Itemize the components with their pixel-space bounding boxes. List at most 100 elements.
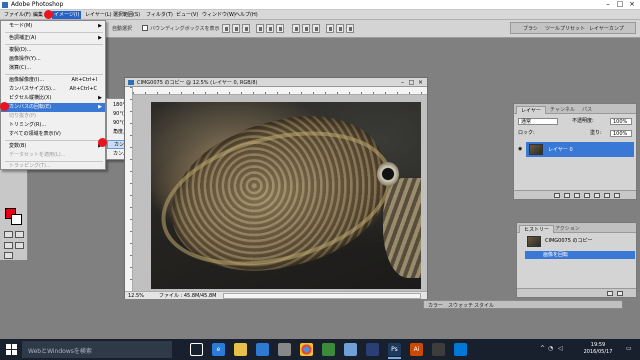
volume-icon[interactable]: ◁ [558,345,563,352]
photoshop-taskbar-icon[interactable]: Ps [388,343,401,359]
app-icon[interactable] [344,343,357,356]
taskbar-search-box[interactable]: WebとWindowsを検索 [22,341,172,358]
align-left-button[interactable] [256,24,264,33]
add-mask-icon[interactable] [574,193,580,198]
menu-image[interactable]: イメージ(I) [52,11,82,19]
menu-filter[interactable]: フィルタ(T) [144,11,175,19]
menu-help[interactable]: ヘルプ(H) [233,11,260,19]
delete-state-icon[interactable] [617,291,623,296]
new-snapshot-icon[interactable] [607,291,613,296]
new-layer-icon[interactable] [604,193,610,198]
tab-layer-comps[interactable]: レイヤーカンプ [589,25,624,32]
distribute-vcenter-button[interactable] [302,24,310,33]
tab-actions[interactable]: アクション [551,225,584,233]
menu-item-canvas-size[interactable]: カンバスサイズ(S)... Alt+Ctrl+C [1,85,105,94]
snapshot-name[interactable]: CIMG0075 のコピー [545,238,592,245]
menu-select[interactable]: 選択範囲(S) [111,11,142,19]
tray-chevron-icon[interactable]: ^ [540,345,545,352]
distribute-left-button[interactable] [326,24,334,33]
link-layers-icon[interactable] [554,193,560,198]
menu-item-variables[interactable]: 変数(B)▶ [1,142,105,151]
edge-browser-icon[interactable]: e [212,343,225,356]
menu-item-trim[interactable]: トリミング(R)... [1,121,105,130]
align-bottom-button[interactable] [242,24,250,33]
standard-mode-icon[interactable] [4,231,13,238]
tab-color[interactable]: カラー [428,302,443,309]
app-icon[interactable] [432,343,445,356]
tab-layers[interactable]: レイヤー [516,106,546,114]
file-explorer-icon[interactable] [234,343,247,356]
menu-edit[interactable]: 編集 [31,11,45,19]
doc-maximize-button[interactable]: □ [408,79,415,86]
add-style-icon[interactable] [564,193,570,198]
horizontal-ruler[interactable] [133,87,427,95]
menu-item-image-size[interactable]: 画像解像度(I)... Alt+Ctrl+I [1,76,105,85]
network-icon[interactable]: ◔ [548,345,553,352]
app-icon[interactable] [278,343,291,356]
distribute-hcenter-button[interactable] [336,24,344,33]
tab-channels[interactable]: チャンネル [546,106,579,114]
menu-layer[interactable]: レイヤー(L) [83,11,114,19]
align-right-button[interactable] [276,24,284,33]
distribute-right-button[interactable] [346,24,354,33]
align-vcenter-button[interactable] [232,24,240,33]
tab-styles[interactable]: スタイル [474,302,494,309]
close-button[interactable]: × [626,0,638,9]
delete-layer-icon[interactable] [614,193,620,198]
task-view-icon[interactable] [190,343,203,356]
bounding-box-checkbox[interactable] [142,25,148,31]
new-group-icon[interactable] [594,193,600,198]
menu-item-crop[interactable]: 切り抜き(P) [1,112,105,121]
menu-item-rotate-canvas[interactable]: カンバスの回転(E) ▶ [1,103,105,112]
quick-mask-icon[interactable] [15,231,24,238]
doc-close-button[interactable]: × [417,79,424,86]
store-icon[interactable] [256,343,269,356]
windows-start-icon[interactable] [6,344,17,355]
menu-item-apply-image[interactable]: 画像操作(Y)... [1,55,105,64]
taskbar-clock[interactable]: 19:59 2016/05/17 [573,342,623,356]
app-icon[interactable] [322,343,335,356]
fullscreen-mode-icon[interactable] [15,242,24,249]
menu-item-adjustments[interactable]: 色調補正(A) ▶ [1,34,105,43]
tab-brushes[interactable]: ブラシ [523,25,538,32]
minimize-button[interactable]: – [602,0,614,9]
vertical-ruler[interactable] [125,87,133,292]
menu-view[interactable]: ビュー(V) [174,11,200,19]
menu-item-mode[interactable]: モード(M) ▶ [1,22,105,31]
notifications-icon[interactable]: ▭ [626,345,632,352]
background-color-swatch[interactable] [11,214,22,225]
distribute-bottom-button[interactable] [312,24,320,33]
history-state-row[interactable]: 画像を回転 [525,251,635,259]
tab-tool-presets[interactable]: ツールプリセット [545,25,585,32]
maximize-button[interactable]: □ [614,0,626,9]
doc-minimize-button[interactable]: – [399,79,406,86]
jump-to-imageready-icon[interactable] [4,252,13,259]
layer-row[interactable]: レイヤー 0 [526,142,634,157]
fill-field[interactable]: 100% [610,130,632,137]
app-icon[interactable] [366,343,379,356]
distribute-top-button[interactable] [292,24,300,33]
tab-paths[interactable]: パス [578,106,596,114]
menu-item-pixel-aspect-ratio[interactable]: ピクセル縦横比(X) ▶ [1,94,105,103]
tab-swatches[interactable]: スウォッチ [448,302,473,309]
illustrator-taskbar-icon[interactable]: Ai [410,343,423,356]
align-hcenter-button[interactable] [266,24,274,33]
menu-item-reveal-all[interactable]: すべての領域を表示(V) [1,130,105,139]
app-icon[interactable] [454,343,467,356]
align-top-button[interactable] [222,24,230,33]
layer-visibility-eye-icon[interactable]: ◉ [518,147,525,152]
menu-item-duplicate[interactable]: 複製(D)... [1,46,105,55]
horizontal-scrollbar[interactable] [223,293,421,299]
menu-file[interactable]: ファイル(F) [2,11,33,19]
chrome-icon[interactable] [300,343,313,356]
snapshot-thumbnail[interactable] [527,236,541,247]
menu-item-trap[interactable]: トラッピング(T)... [1,162,105,171]
screen-mode-icon[interactable] [4,242,13,249]
opacity-field[interactable]: 100% [610,118,632,125]
menu-item-calculations[interactable]: 演算(C)... [1,64,105,73]
tab-history[interactable]: ヒストリー [519,225,555,233]
blend-mode-select[interactable]: 通常 [518,118,558,125]
image-canvas[interactable] [151,102,421,289]
document-title-bar[interactable]: CIMG0075 のコピー @ 12.5% (レイヤー 0, RGB/8) – … [125,78,427,87]
new-adjustment-layer-icon[interactable] [584,193,590,198]
